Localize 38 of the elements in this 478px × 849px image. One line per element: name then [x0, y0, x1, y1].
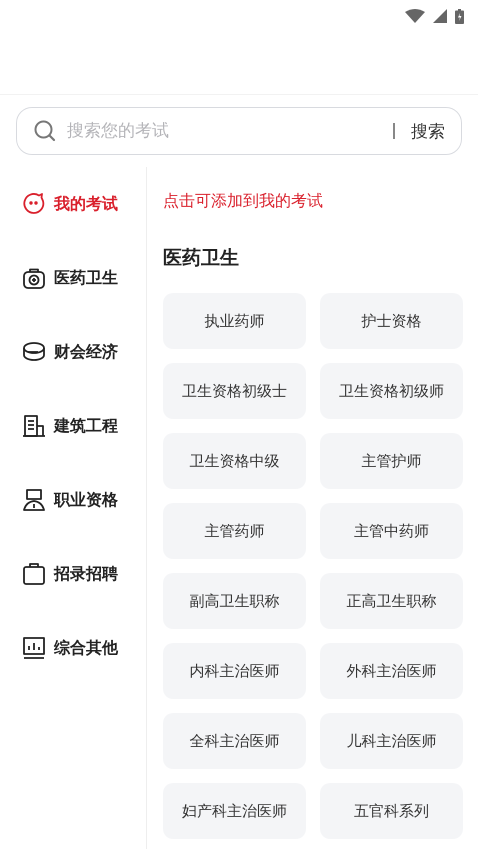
sidebar-item[interactable]: 医药卫生	[0, 263, 118, 293]
exam-button[interactable]: 外科主治医师	[320, 643, 463, 699]
chat-bubble-icon	[22, 192, 46, 216]
coins-icon	[22, 340, 46, 364]
battery-icon	[455, 8, 464, 24]
signal-icon	[433, 9, 447, 23]
sidebar-item[interactable]: 职业资格	[0, 485, 118, 515]
exam-button[interactable]: 主管中药师	[320, 503, 463, 559]
exam-button[interactable]: 卫生资格中级	[163, 433, 306, 489]
exam-button[interactable]: 妇产科主治医师	[163, 783, 306, 839]
exam-button[interactable]: 卫生资格初级士	[163, 363, 306, 419]
exam-button[interactable]: 执业药师	[163, 293, 306, 349]
search-icon	[33, 119, 57, 143]
exam-button[interactable]: 主管药师	[163, 503, 306, 559]
exam-button[interactable]: 内科主治医师	[163, 643, 306, 699]
search-button[interactable]: 搜索	[411, 118, 445, 144]
hint-text: 点击可添加到我的考试	[163, 191, 323, 212]
briefcase-icon	[22, 562, 46, 586]
sidebar-item[interactable]: 综合其他	[0, 633, 118, 663]
exam-button[interactable]: 五官科系列	[320, 783, 463, 839]
search-field[interactable]: 搜索您的考试 搜索	[16, 107, 462, 155]
chart-icon	[22, 636, 46, 660]
wifi-icon	[405, 9, 425, 23]
medical-bag-icon	[22, 266, 46, 290]
person-icon	[22, 488, 46, 512]
section-title: 医药卫生	[163, 246, 239, 271]
sidebar-item[interactable]: 招录招聘	[0, 559, 118, 589]
sidebar-item[interactable]: 建筑工程	[0, 411, 118, 441]
sidebar-item[interactable]: 财会经济	[0, 337, 118, 367]
exam-button[interactable]: 卫生资格初级师	[320, 363, 463, 419]
exam-button[interactable]: 全科主治医师	[163, 713, 306, 769]
exam-button[interactable]: 正高卫生职称	[320, 573, 463, 629]
building-icon	[22, 414, 46, 438]
exam-button[interactable]: 护士资格	[320, 293, 463, 349]
sidebar-item[interactable]: 我的考试	[0, 189, 118, 219]
exam-button[interactable]: 主管护师	[320, 433, 463, 489]
exam-button[interactable]: 副高卫生职称	[163, 573, 306, 629]
exam-button[interactable]: 儿科主治医师	[320, 713, 463, 769]
